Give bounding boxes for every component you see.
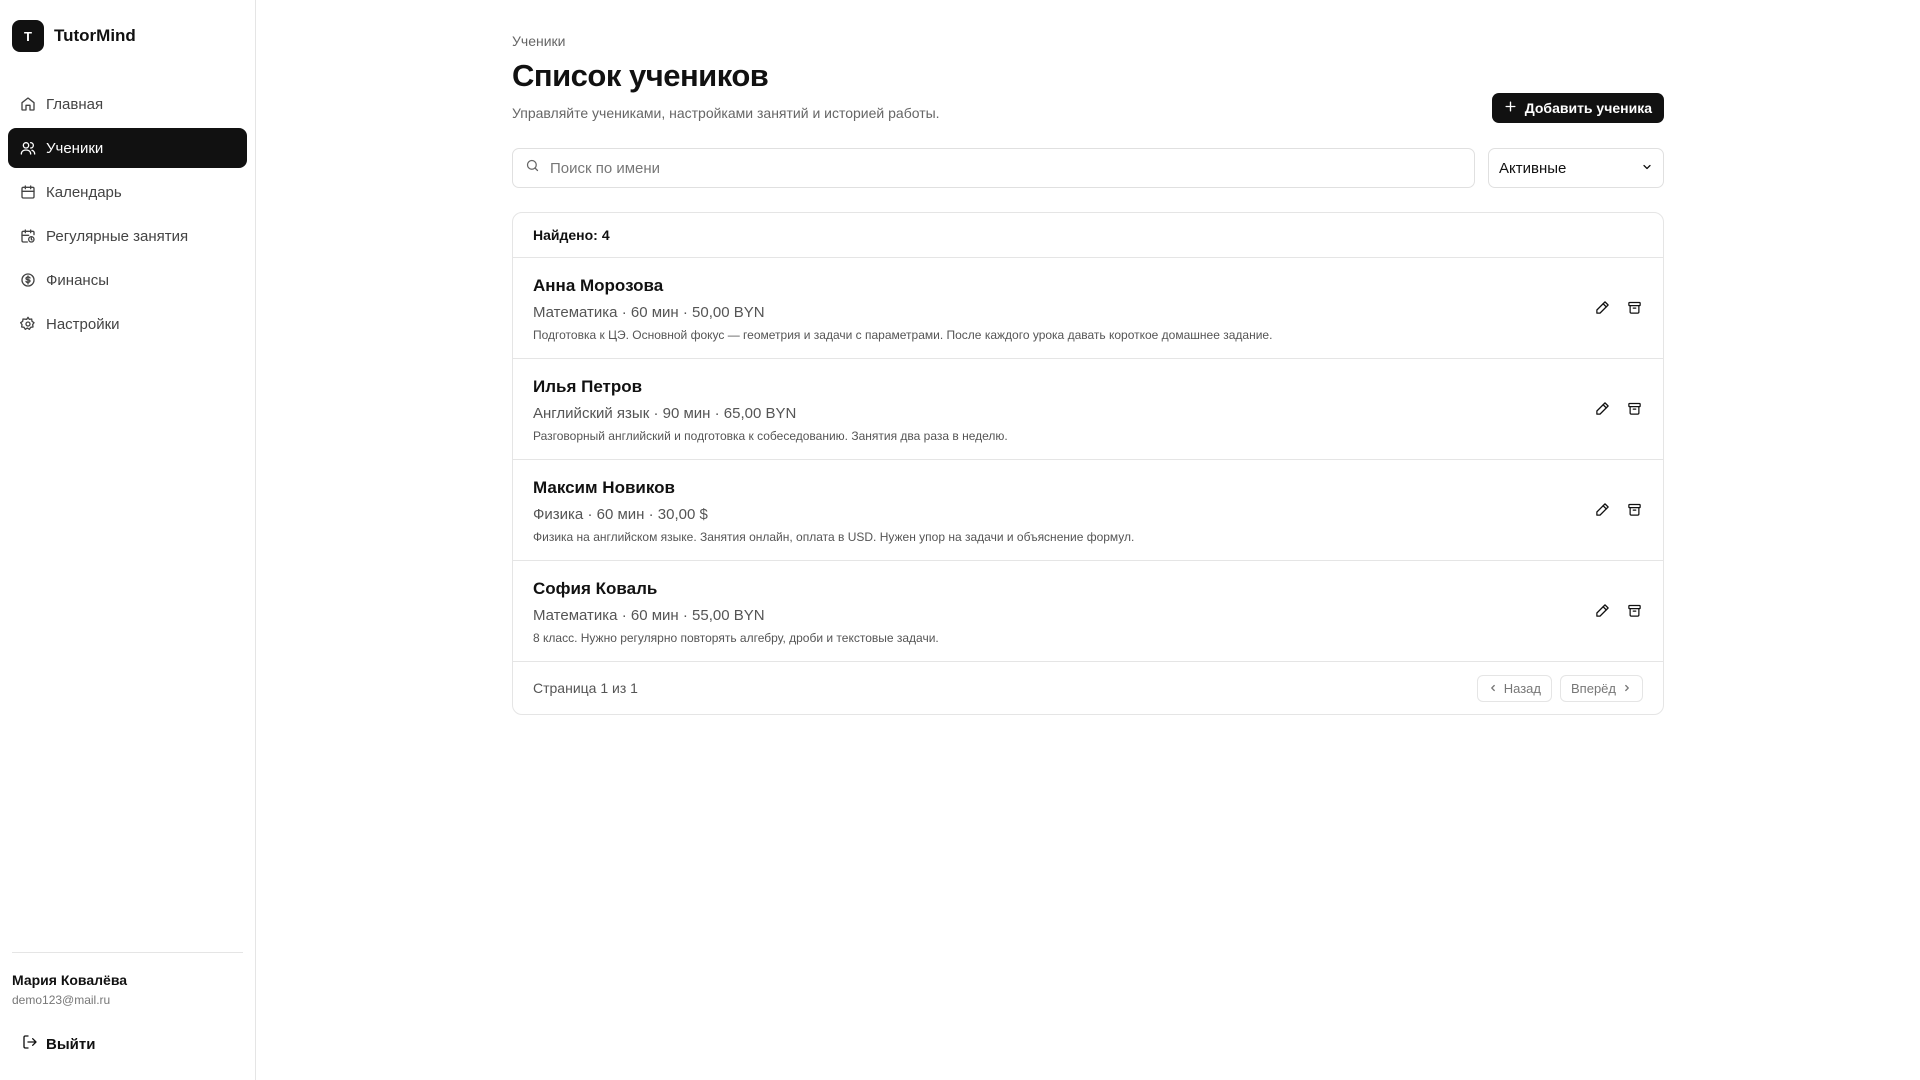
edit-button[interactable]	[1593, 601, 1611, 619]
archive-icon	[1627, 503, 1641, 516]
student-row[interactable]: София Коваль Математика · 60 мин · 55,00…	[513, 561, 1663, 662]
sidebar-item-calendar[interactable]: Календарь	[8, 172, 247, 212]
plus-icon	[1504, 100, 1517, 116]
pencil-icon	[1595, 603, 1609, 617]
archive-button[interactable]	[1625, 399, 1643, 417]
student-note: Физика на английском языке. Занятия онла…	[533, 530, 1135, 544]
brand-name: TutorMind	[54, 26, 136, 45]
edit-button[interactable]	[1593, 399, 1611, 417]
user-name: Мария Ковалёва	[12, 972, 128, 988]
results-header: Найдено: 4	[513, 213, 1663, 258]
student-name[interactable]: София Коваль	[533, 579, 1643, 599]
sidebar-item-label: Регулярные занятия	[46, 227, 189, 245]
logout-label: Выйти	[46, 1035, 96, 1053]
sidebar-item-label: Финансы	[46, 271, 109, 289]
student-meta: Физика · 60 мин · 30,00 $	[533, 506, 708, 523]
next-page-label: Вперёд	[1571, 680, 1616, 696]
brand-logo: T	[12, 20, 44, 52]
student-row[interactable]: Максим Новиков Физика · 60 мин · 30,00 $…	[513, 460, 1663, 561]
sidebar-item-home[interactable]: Главная	[8, 84, 247, 124]
pencil-icon	[1595, 502, 1609, 516]
gear-icon	[20, 316, 36, 332]
search-box[interactable]	[512, 148, 1475, 188]
row-actions	[1593, 601, 1643, 619]
found-label: Найдено:	[533, 227, 598, 243]
pencil-icon	[1595, 401, 1609, 415]
sidebar-item-label: Календарь	[46, 183, 122, 201]
student-meta: Английский язык · 90 мин · 65,00 BYN	[533, 405, 797, 422]
status-filter-value: Активные	[1499, 159, 1567, 177]
sidebar-item-settings[interactable]: Настройки	[8, 304, 247, 344]
user-email: demo123@mail.ru	[12, 993, 111, 1007]
sidebar-nav: Главная Ученики Календарь Регулярные зан…	[8, 84, 247, 348]
add-student-button[interactable]: Добавить ученика	[1491, 93, 1664, 123]
row-actions	[1593, 500, 1643, 518]
home-icon	[20, 96, 36, 112]
status-filter-select[interactable]: Активные	[1488, 148, 1664, 188]
archive-button[interactable]	[1625, 298, 1643, 316]
prev-page-label: Назад	[1503, 680, 1541, 696]
prev-page-button[interactable]: Назад	[1476, 674, 1552, 702]
users-icon	[20, 140, 36, 156]
student-row[interactable]: Илья Петров Английский язык · 90 мин · 6…	[513, 359, 1663, 460]
row-actions	[1593, 298, 1643, 316]
student-note: 8 класс. Нужно регулярно повторять алгеб…	[533, 631, 939, 645]
sidebar-item-label: Главная	[46, 95, 104, 113]
student-name[interactable]: Илья Петров	[533, 377, 1643, 397]
edit-button[interactable]	[1593, 500, 1611, 518]
sidebar-item-students[interactable]: Ученики	[8, 128, 247, 168]
archive-icon	[1627, 301, 1641, 314]
currency-icon	[20, 272, 36, 288]
student-name[interactable]: Максим Новиков	[533, 478, 1643, 498]
page-info: Страница 1 из 1	[533, 680, 638, 696]
student-note: Разговорный английский и подготовка к со…	[533, 429, 1008, 443]
search-input[interactable]	[550, 159, 1430, 177]
student-meta: Математика · 60 мин · 55,00 BYN	[533, 607, 765, 624]
page-title: Список учеников	[512, 58, 769, 93]
sidebar: T TutorMind Главная Ученики Календарь Ре…	[0, 0, 256, 1080]
student-meta: Математика · 60 мин · 50,00 BYN	[533, 304, 765, 321]
logout-icon	[22, 1034, 38, 1054]
logout-button[interactable]: Выйти	[12, 1030, 105, 1058]
pager: Назад Вперёд	[1476, 674, 1643, 702]
archive-button[interactable]	[1625, 601, 1643, 619]
chevron-right-icon	[1625, 684, 1629, 692]
student-note: Подготовка к ЦЭ. Основной фокус — геомет…	[533, 328, 1273, 342]
chevron-down-icon	[1641, 160, 1653, 177]
sidebar-item-label: Ученики	[46, 139, 104, 157]
pagination-bar: Страница 1 из 1 Назад Вперёд	[513, 662, 1663, 714]
pencil-icon	[1595, 300, 1609, 314]
archive-icon	[1627, 604, 1641, 617]
calendar-repeat-icon	[20, 228, 36, 244]
search-icon	[525, 158, 540, 178]
found-count: 4	[601, 227, 610, 243]
brand[interactable]: T TutorMind	[12, 20, 136, 52]
add-student-label: Добавить ученика	[1524, 100, 1652, 116]
breadcrumb[interactable]: Ученики	[512, 33, 565, 49]
sidebar-item-finance[interactable]: Финансы	[8, 260, 247, 300]
edit-button[interactable]	[1593, 298, 1611, 316]
chevron-left-icon	[1490, 684, 1495, 692]
sidebar-divider	[12, 952, 243, 953]
row-actions	[1593, 399, 1643, 417]
archive-button[interactable]	[1625, 500, 1643, 518]
students-list-card: Найдено: 4 Анна Морозова Математика · 60…	[512, 212, 1664, 715]
archive-icon	[1627, 402, 1641, 415]
page-subtitle: Управляйте учениками, настройками заняти…	[512, 105, 940, 121]
calendar-icon	[20, 184, 36, 200]
sidebar-item-label: Настройки	[46, 315, 120, 333]
next-page-button[interactable]: Вперёд	[1560, 674, 1643, 702]
sidebar-item-recurring-lessons[interactable]: Регулярные занятия	[8, 216, 247, 256]
student-row[interactable]: Анна Морозова Математика · 60 мин · 50,0…	[513, 258, 1663, 359]
student-name[interactable]: Анна Морозова	[533, 276, 1643, 296]
